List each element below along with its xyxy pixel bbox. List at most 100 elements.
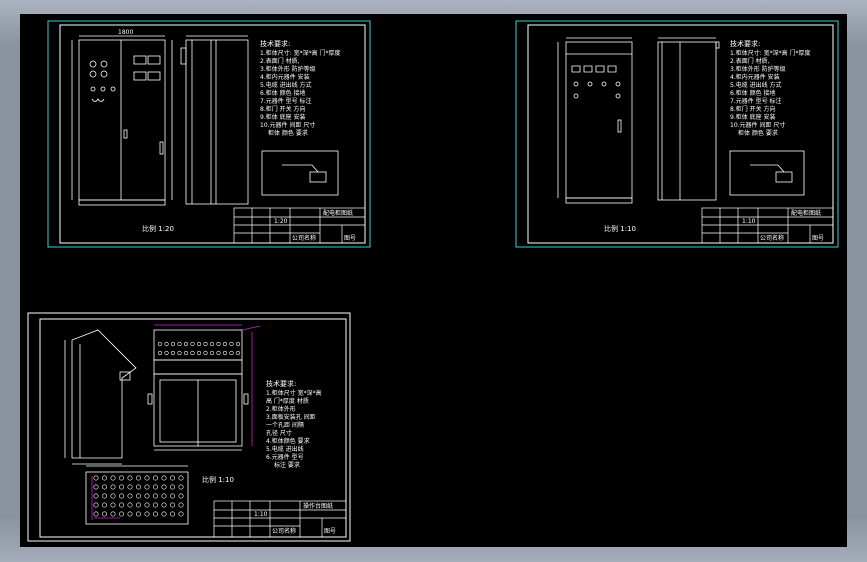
panel-hole — [153, 502, 159, 508]
sheet-2-note-3: 3.柜体外形 防护等级 — [730, 65, 786, 73]
sheet-3-hole-grid — [93, 475, 184, 517]
knob-circle — [235, 341, 241, 347]
panel-hole — [102, 484, 108, 490]
sheet-2-note-6: 6.柜体 颜色 接地 — [730, 89, 776, 97]
sheet-1-note-11: 柜体 颜色 要求 — [268, 129, 308, 137]
panel-hole — [93, 511, 99, 517]
knob-circle — [196, 350, 202, 356]
panel-hole — [127, 502, 133, 508]
knob-circle — [196, 341, 202, 347]
panel-hole — [119, 493, 125, 499]
sheet-3-note-1: 1.柜体尺寸 宽*深*高 — [266, 389, 322, 397]
panel-hole — [93, 493, 99, 499]
sheet-1-tb-drawing-no: 图号 — [344, 235, 356, 242]
sheet-3-tb-company: 公司名称 — [272, 527, 296, 535]
sheet-1-notes: 技术要求: 1.柜体尺寸: 宽*深*高 门*厚度 2.表面门 材质, 3.柜体外… — [260, 39, 341, 137]
panel-hole — [119, 511, 125, 517]
knob-circle — [222, 350, 228, 356]
knob-circle — [190, 341, 195, 347]
sheet-1-note-4: 4.柜内元器件 安装 — [260, 73, 310, 81]
sheet-1-note-5: 5.电缆 进出线 方式 — [260, 81, 312, 89]
sheet-2-caption: 比例 1:10 — [604, 224, 636, 233]
sheet-3-notes-title: 技术要求: — [266, 379, 296, 388]
panel-hole — [119, 502, 125, 508]
sheet-1[interactable]: 1800 技术要求: 1.柜体尺寸: 宽*深*高 门*厚度 2.表面门 材质, … — [47, 20, 371, 248]
sheet-3-front-elevation — [147, 329, 249, 451]
panel-hole — [110, 475, 116, 481]
knob-circle — [164, 341, 169, 347]
sheet-1-note-9: 9.柜体 底座 安装 — [260, 113, 306, 121]
panel-hole — [178, 475, 184, 481]
sheet-2-note-1: 1.柜体尺寸: 宽*深*高 门*厚度 — [730, 49, 811, 57]
sheet-2-tb-scale: 1:10 — [742, 218, 756, 225]
panel-hole — [170, 511, 176, 517]
knob-circle — [170, 341, 176, 347]
sheet-1-notes-title: 技术要求: — [260, 39, 290, 48]
sheet-1-note-6: 6.柜体 颜色 接地 — [260, 89, 306, 97]
sheet-1-tb-scale: 1:20 — [274, 218, 288, 225]
panel-hole — [170, 484, 176, 490]
sheet-2-note-9: 9.柜体 底座 安装 — [730, 113, 776, 121]
sheet-3-note-10: 标注 要求 — [274, 461, 300, 469]
knob-circle — [183, 350, 189, 356]
panel-hole — [178, 511, 184, 517]
panel-hole — [153, 511, 159, 517]
panel-hole — [102, 493, 108, 499]
panel-hole — [119, 475, 125, 481]
panel-hole — [153, 484, 159, 490]
panel-hole — [161, 511, 167, 517]
sheet-1-note-7: 7.元器件 型号 标注 — [260, 97, 312, 105]
sheet-1-detail-box — [261, 150, 339, 196]
sheet-1-note-1: 1.柜体尺寸: 宽*深*高 门*厚度 — [260, 49, 341, 57]
sheet-3-note-3: 2.柜体外形 — [266, 405, 296, 413]
sheet-2-front-view — [557, 37, 633, 204]
panel-hole — [93, 484, 99, 490]
sheet-3-tb-scale: 1:10 — [254, 511, 268, 518]
panel-hole — [178, 502, 184, 508]
sheet-3-tb-name: 操作台图纸 — [303, 502, 333, 510]
knob-circle — [190, 350, 195, 356]
panel-hole — [110, 493, 116, 499]
panel-hole — [127, 511, 133, 517]
panel-hole — [136, 502, 142, 508]
sheet-3[interactable]: 技术要求: 1.柜体尺寸 宽*深*高 高 门*厚度 材质 2.柜体外形 3.面板… — [27, 312, 351, 542]
panel-hole — [161, 493, 167, 499]
panel-hole — [144, 475, 150, 481]
knob-circle — [177, 341, 182, 347]
panel-hole — [144, 511, 150, 517]
sheet-3-knob-row — [157, 341, 241, 356]
sheet-3-tb-drawing-no: 图号 — [324, 528, 336, 535]
panel-hole — [93, 502, 99, 508]
knob-circle — [209, 341, 215, 347]
panel-hole — [170, 493, 176, 499]
sheet-2[interactable]: 技术要求: 1.柜体尺寸: 宽*深*高 门*厚度 2.表面门 材质, 3.柜体外… — [515, 20, 839, 248]
sheet-1-dim-top: 1800 — [118, 29, 133, 36]
panel-hole — [102, 511, 108, 517]
drawing-svg: 1800 技术要求: 1.柜体尺寸: 宽*深*高 门*厚度 2.表面门 材质, … — [27, 20, 839, 542]
sheet-3-note-9: 6.元器件 型号 — [266, 453, 304, 461]
panel-hole — [161, 484, 167, 490]
sheet-2-tb-company: 公司名称 — [760, 234, 784, 242]
panel-hole — [178, 484, 184, 490]
sheet-2-notes: 技术要求: 1.柜体尺寸: 宽*深*高 门*厚度 2.表面门 材质, 3.柜体外… — [730, 39, 811, 137]
sheet-3-note-7: 4.柜体颜色 要求 — [266, 437, 310, 445]
knob-circle — [177, 350, 182, 356]
panel-hole — [170, 502, 176, 508]
knob-circle — [203, 341, 208, 347]
knob-circle — [222, 341, 228, 347]
panel-hole — [110, 511, 116, 517]
panel-hole — [127, 475, 133, 481]
cad-canvas[interactable]: 1800 技术要求: 1.柜体尺寸: 宽*深*高 门*厚度 2.表面门 材质, … — [20, 14, 847, 547]
panel-hole — [153, 475, 159, 481]
knob-circle — [157, 350, 163, 356]
sheet-2-note-4: 4.柜内元器件 安装 — [730, 73, 780, 81]
panel-hole — [136, 511, 142, 517]
sheet-1-note-2: 2.表面门 材质, — [260, 57, 300, 65]
sheet-3-side-profile — [64, 329, 137, 465]
panel-hole — [127, 484, 133, 490]
panel-hole — [153, 493, 159, 499]
sheet-1-note-10: 10.元器件 间距 尺寸 — [260, 121, 315, 129]
sheet-1-front-view — [71, 35, 173, 206]
sheet-2-note-5: 5.电缆 进出线 方式 — [730, 81, 782, 89]
sheet-3-note-4: 3.面板安装孔 间距 — [266, 413, 316, 421]
